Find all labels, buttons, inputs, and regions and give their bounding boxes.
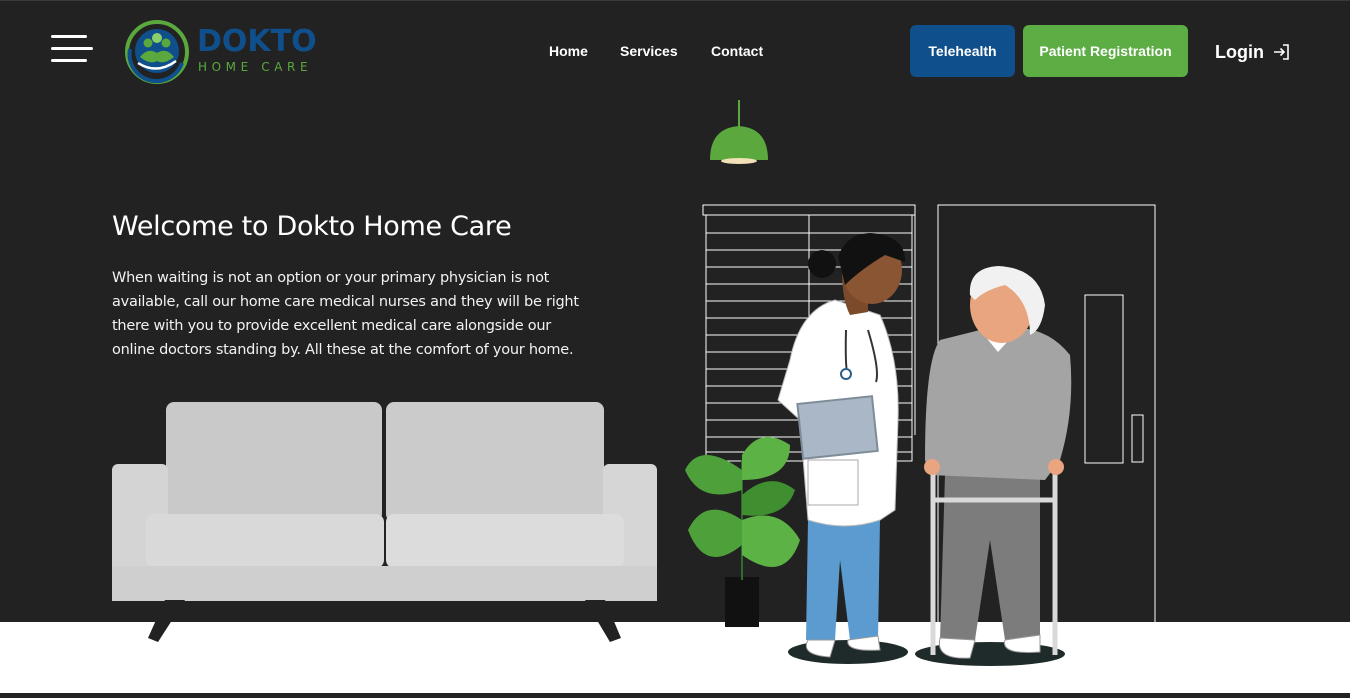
potted-plant [685,437,800,627]
bottom-border [0,693,1350,698]
pendant-lamp-icon [710,100,768,164]
sofa [112,402,657,642]
nurse-figure [777,232,908,664]
hero-illustration [112,100,1156,666]
